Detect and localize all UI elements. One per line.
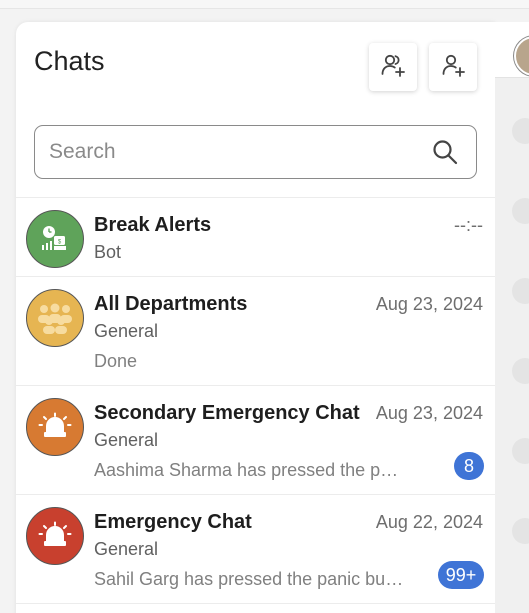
watermark-icon bbox=[512, 118, 529, 144]
chat-date: Aug 23, 2024 bbox=[375, 403, 483, 423]
chat-last-message: Sahil Garg has pressed the panic button bbox=[94, 569, 404, 589]
watermark-icon bbox=[512, 358, 529, 384]
chat-list: $ Break Alerts Bot --:-- All Departments… bbox=[16, 197, 495, 604]
chat-name: Emergency Chat bbox=[94, 511, 252, 533]
add-group-icon bbox=[380, 52, 406, 83]
chat-date: Aug 23, 2024 bbox=[375, 294, 483, 314]
watermark-icon bbox=[512, 438, 529, 464]
page-title: Chats bbox=[34, 46, 105, 76]
chat-date: --:-- bbox=[454, 215, 483, 235]
chat-subtitle: General bbox=[94, 539, 159, 559]
chat-item-emergency[interactable]: Emergency Chat General Aug 22, 2024 Sahi… bbox=[16, 495, 495, 604]
new-chat-button[interactable] bbox=[429, 43, 477, 91]
chat-last-message: Done bbox=[94, 351, 138, 371]
search-input[interactable] bbox=[49, 138, 409, 166]
search-icon[interactable] bbox=[431, 138, 459, 171]
group-icon bbox=[26, 289, 84, 347]
chat-last-message: Aashima Sharma has pressed the panic but… bbox=[94, 460, 404, 480]
conversation-header bbox=[495, 22, 529, 78]
top-bar bbox=[0, 0, 529, 9]
chat-subtitle: General bbox=[94, 430, 159, 450]
chat-item-secondary-emergency[interactable]: Secondary Emergency Chat General Aug 23,… bbox=[16, 386, 495, 495]
watermark-icon bbox=[512, 518, 529, 544]
new-group-button[interactable] bbox=[369, 43, 417, 91]
chat-date: Aug 22, 2024 bbox=[375, 512, 483, 532]
unread-badge: 99+ bbox=[438, 561, 484, 589]
clock-icon: $ bbox=[26, 210, 84, 268]
siren-icon bbox=[26, 398, 84, 456]
chat-subtitle: General bbox=[94, 321, 159, 341]
chat-item-all-departments[interactable]: All Departments General Aug 23, 2024 Don… bbox=[16, 277, 495, 386]
search-box bbox=[34, 125, 477, 179]
chat-name: Break Alerts bbox=[94, 214, 212, 236]
conversation-pane bbox=[495, 22, 529, 613]
watermark-icon bbox=[512, 198, 529, 224]
siren-icon bbox=[26, 507, 84, 565]
chat-name: All Departments bbox=[94, 293, 248, 315]
chat-subtitle: Bot bbox=[94, 242, 122, 262]
chat-name: Secondary Emergency Chat bbox=[94, 402, 360, 424]
unread-badge: 8 bbox=[454, 452, 484, 480]
add-user-icon bbox=[440, 52, 466, 83]
chat-item-break-alerts[interactable]: $ Break Alerts Bot --:-- bbox=[16, 198, 495, 277]
chats-panel: Chats Search $ Break Alerts Bot --:-- Al… bbox=[16, 22, 495, 613]
watermark-icon bbox=[512, 278, 529, 304]
avatar[interactable] bbox=[514, 36, 529, 76]
